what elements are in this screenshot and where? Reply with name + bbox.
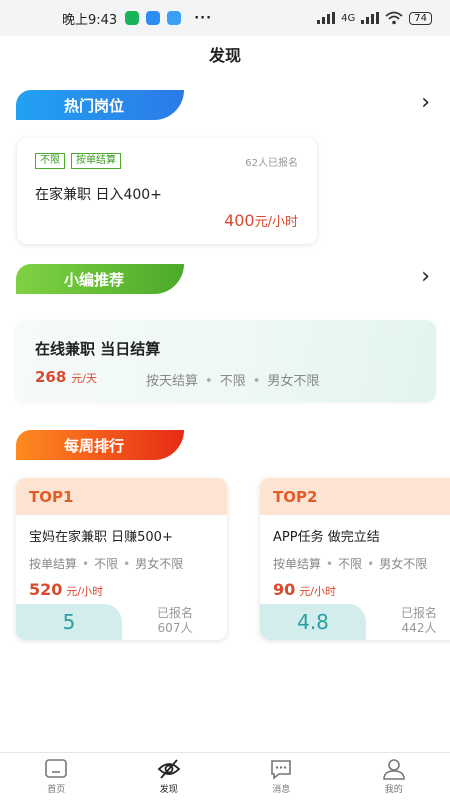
- rank-job-title: APP任务 做完立结: [273, 530, 380, 545]
- meta-requirement: 不限: [94, 557, 119, 571]
- recommend-job-card[interactable]: 在线兼职 当日结算 268 元/天 按天结算 • 不限 • 男女不限: [15, 320, 436, 402]
- recommend-job-title: 在线兼职 当日结算: [35, 340, 161, 358]
- rank-job-pay: 90 元/小时: [273, 580, 336, 599]
- message-icon: [271, 760, 292, 780]
- section-recommend-title: 小编推荐: [16, 264, 184, 294]
- page-title: 发现: [208, 46, 241, 65]
- meta-requirement: 不限: [338, 557, 363, 571]
- discover-icon: [157, 759, 181, 779]
- registered-label: 已报名: [156, 606, 193, 620]
- chat-notification-icon: [167, 11, 182, 25]
- job-pay: 400元/小时: [224, 211, 298, 230]
- rank-card-top1[interactable]: TOP1 宝妈在家兼职 日赚500+ 按单结算 • 不限 • 男女不限 520 元/小时 …: [16, 478, 227, 640]
- signup-count: 62人已报名: [245, 158, 298, 169]
- signal-icon: [317, 12, 336, 24]
- recommend-pay-amount: 268: [35, 368, 67, 386]
- recommend-pay-unit: 元/天: [71, 372, 98, 385]
- section-hot-jobs-title: 热门岗位: [16, 90, 184, 120]
- discover-page: 晚上9:43 ··· 4G 74 发现 热门岗位 › 不限 按单结算 62人已报…: [0, 0, 450, 800]
- job-pay-unit: 元/小时: [254, 215, 298, 230]
- status-time: 晚上9:43: [62, 12, 118, 28]
- meta-settlement: 按天结算: [146, 374, 199, 389]
- meta-settlement: 按单结算: [273, 557, 322, 571]
- battery-icon: 74: [409, 11, 432, 25]
- wifi-icon: [385, 11, 403, 25]
- rank-score: 5: [16, 604, 122, 640]
- tab-label: 首页: [47, 785, 66, 795]
- job-title: 在家兼职 日入400+: [35, 187, 162, 203]
- meta-requirement: 不限: [219, 374, 246, 389]
- hot-jobs-more-button[interactable]: ›: [421, 90, 430, 115]
- home-icon: [45, 759, 68, 778]
- profile-icon: [382, 759, 405, 780]
- network-type: 4G: [341, 12, 356, 24]
- recommend-job-meta: 按天结算 • 不限 • 男女不限: [146, 374, 320, 389]
- meta-gender: 男女不限: [135, 557, 184, 571]
- job-tags: 不限 按单结算: [35, 153, 121, 169]
- registered-label: 已报名: [400, 606, 437, 620]
- rank-score: 4.8: [260, 604, 366, 640]
- rank-registered: 已报名 607人: [136, 606, 214, 636]
- rank-job-title: 宝妈在家兼职 日赚500+: [29, 530, 173, 545]
- hot-job-card[interactable]: 不限 按单结算 62人已报名 在家兼职 日入400+ 400元/小时: [17, 138, 317, 244]
- rank-job-pay: 520 元/小时: [29, 580, 103, 599]
- meta-gender: 男女不限: [267, 374, 320, 389]
- tab-label: 发现: [159, 785, 178, 795]
- bottom-tab-bar: 首页 发现 消息 我的: [0, 752, 450, 800]
- more-notifications-icon: ···: [194, 10, 213, 26]
- rank-label: TOP1: [16, 478, 227, 515]
- rank-pay-unit: 元/小时: [299, 585, 336, 598]
- tab-label: 消息: [272, 785, 291, 795]
- rank-label: TOP2: [260, 478, 450, 515]
- job-pay-amount: 400: [224, 211, 255, 230]
- app-notification-icon: [146, 11, 161, 25]
- rank-pay-unit: 元/小时: [66, 585, 104, 598]
- tab-discover[interactable]: 发现: [113, 753, 226, 800]
- tab-profile[interactable]: 我的: [338, 753, 450, 800]
- status-bar: 晚上9:43 ··· 4G 74: [0, 0, 450, 36]
- signal-icon-2: [361, 12, 380, 24]
- status-right: 4G 74: [317, 11, 432, 25]
- shield-app-icon: [125, 11, 140, 25]
- rank-pay-amount: 90: [273, 580, 296, 599]
- registered-count: 607人: [157, 621, 193, 635]
- tab-messages[interactable]: 消息: [225, 753, 338, 800]
- section-weekly-title: 每周排行: [16, 430, 184, 460]
- rank-job-meta: 按单结算 • 不限 • 男女不限: [29, 557, 184, 571]
- recommend-job-pay: 268 元/天: [35, 368, 97, 386]
- job-tag: 不限: [35, 153, 65, 169]
- tab-label: 我的: [384, 785, 403, 795]
- rank-pay-amount: 520: [29, 580, 63, 599]
- rank-job-meta: 按单结算 • 不限 • 男女不限: [273, 557, 428, 571]
- job-tag: 按单结算: [71, 153, 121, 169]
- tab-home[interactable]: 首页: [0, 753, 113, 800]
- rank-card-top2[interactable]: TOP2 APP任务 做完立结 按单结算 • 不限 • 男女不限 90 元/小时 4.8 …: [260, 478, 450, 640]
- meta-gender: 男女不限: [379, 557, 428, 571]
- recommend-more-button[interactable]: ›: [421, 264, 430, 289]
- registered-count: 442人: [401, 621, 437, 635]
- rank-registered: 已报名 442人: [380, 606, 450, 636]
- meta-settlement: 按单结算: [29, 557, 78, 571]
